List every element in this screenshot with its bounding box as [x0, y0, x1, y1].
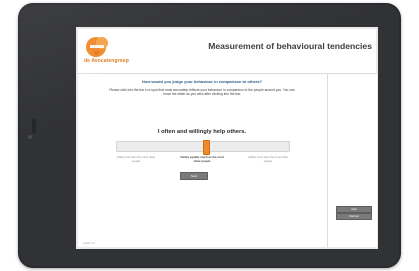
app-header: de Avocatengroep Measurement of behaviou… [78, 29, 376, 74]
company-logo: de Avocatengroep [84, 35, 132, 69]
sidebar: Help Interrupt [327, 74, 377, 247]
page-title: Measurement of behavioural tendencies [208, 41, 372, 51]
app-window: de Avocatengroep Measurement of behaviou… [78, 29, 377, 247]
tablet-side-button [32, 119, 36, 133]
survey-question: How would you judge your behaviour in co… [141, 79, 263, 84]
scale-label-left: Visibly less than the most other people [116, 155, 156, 163]
tablet-camera [28, 135, 32, 139]
survey-statement: I often and willingly help others. [157, 129, 247, 135]
tablet-screen: de Avocatengroep Measurement of behaviou… [76, 27, 378, 249]
tablet-frame: de Avocatengroep Measurement of behaviou… [18, 3, 401, 268]
footer-note: version 1.0 [83, 242, 95, 245]
rating-slider[interactable] [116, 140, 290, 155]
slider-thumb[interactable] [203, 140, 211, 155]
help-button[interactable]: Help [336, 206, 372, 213]
next-button[interactable]: Next [180, 172, 208, 180]
scale-label-center: Visibly equally much as the most other p… [180, 155, 224, 163]
scale-label-right: Visibly more than the most other people [247, 155, 289, 163]
interrupt-button[interactable]: Interrupt [336, 213, 372, 220]
survey-instructions: Please click into the bar in a spot that… [109, 88, 295, 97]
survey-panel: How would you judge your behaviour in co… [78, 74, 326, 247]
logo-text: de Avocatengroep [84, 58, 129, 64]
